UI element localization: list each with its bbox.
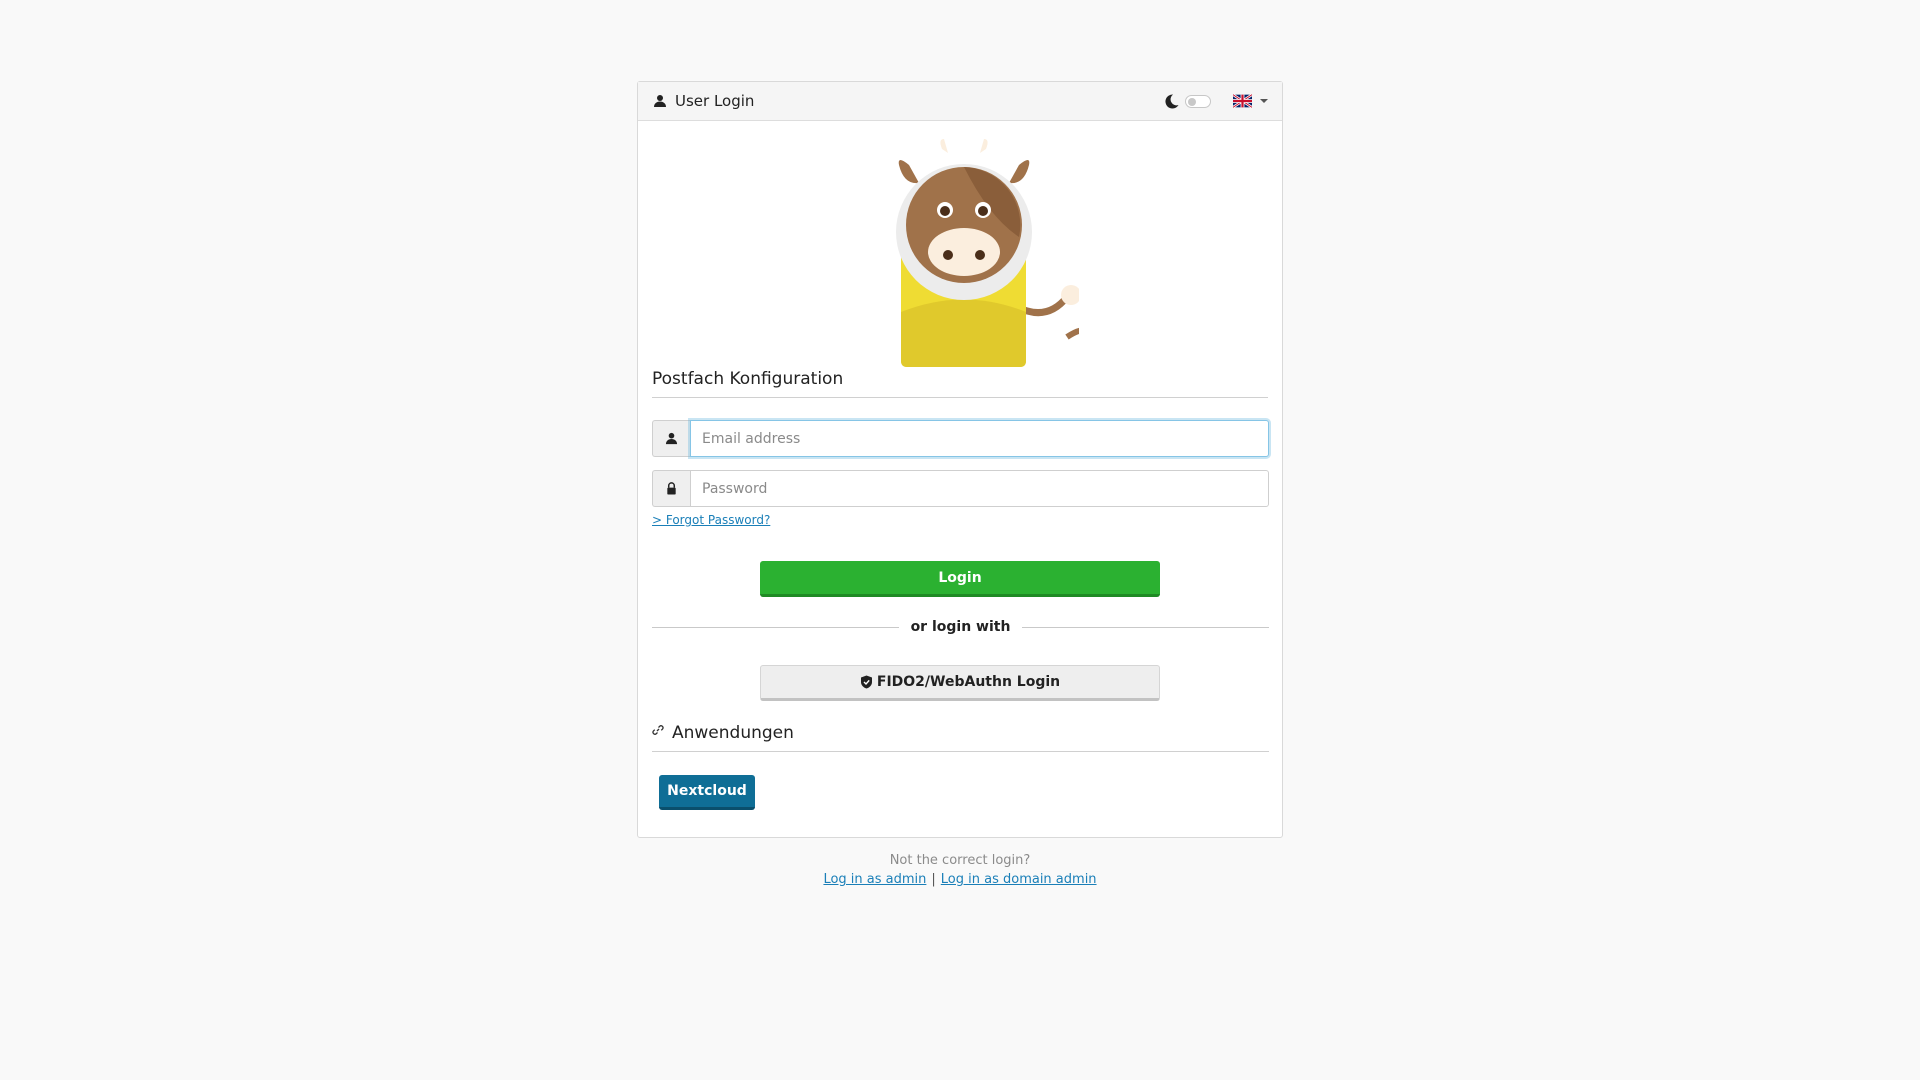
mailcow-logo <box>859 137 1090 373</box>
email-input-group <box>652 420 1269 457</box>
alt-login-label: or login with <box>910 619 1011 635</box>
password-input-group <box>652 470 1269 507</box>
uk-flag-icon[interactable] <box>1233 94 1252 108</box>
footer-links: Log in as admin | Log in as domain admin <box>637 872 1283 887</box>
apps-title-label: Anwendungen <box>672 723 794 743</box>
card-header: User Login <box>638 82 1282 121</box>
user-icon <box>665 432 678 445</box>
moon-icon <box>1163 93 1180 110</box>
nextcloud-button[interactable]: Nextcloud <box>659 775 755 810</box>
footer: Not the correct login? Log in as admin | L… <box>637 853 1283 887</box>
fido2-login-button[interactable]: FIDO2/WebAuthn Login <box>760 665 1160 701</box>
forgot-password-link[interactable]: > Forgot Password? <box>652 513 770 527</box>
header-controls <box>1163 93 1268 110</box>
link-icon <box>652 724 664 736</box>
email-addon <box>652 420 690 457</box>
dark-mode-toggle[interactable] <box>1185 94 1211 108</box>
login-card: User Login Postfach Konfiguration Email … <box>637 81 1283 838</box>
domain-admin-login-link[interactable]: Log in as domain admin <box>941 872 1097 887</box>
chevron-down-icon[interactable] <box>1260 99 1268 103</box>
mailbox-config-heading: Postfach Konfiguration <box>652 369 1268 398</box>
lock-icon <box>665 482 678 495</box>
shield-icon <box>860 675 873 689</box>
email-field[interactable] <box>690 420 1269 457</box>
user-icon <box>653 94 667 108</box>
password-addon <box>652 470 690 507</box>
apps-heading: Anwendungen <box>652 723 1269 752</box>
password-field[interactable] <box>690 470 1269 507</box>
card-title: User Login <box>675 92 755 110</box>
footer-separator: | <box>931 872 936 887</box>
admin-login-link[interactable]: Log in as admin <box>823 872 926 887</box>
footer-note: Not the correct login? <box>889 853 1031 868</box>
fido2-login-label: FIDO2/WebAuthn Login <box>876 674 1061 690</box>
alt-login-divider: or login with <box>652 618 1269 636</box>
login-button[interactable]: Login <box>760 561 1160 597</box>
